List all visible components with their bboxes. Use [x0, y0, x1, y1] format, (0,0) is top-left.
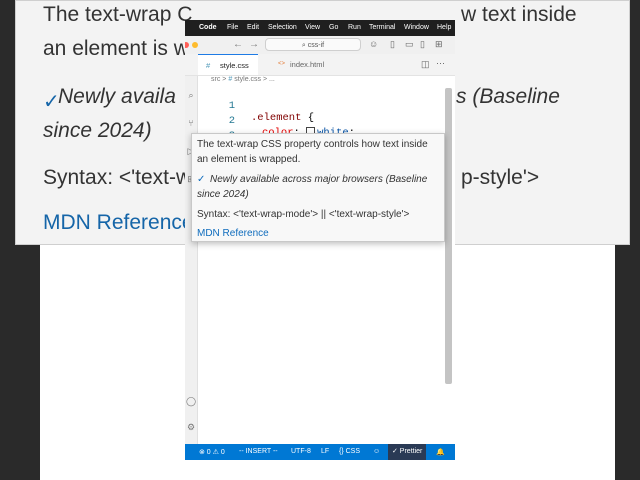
hover-description-line-2: an element is wrapped.: [197, 154, 301, 165]
hover-syntax: Syntax: <'text-wrap-mode'> || <'text-wra…: [197, 209, 410, 220]
background-line-1b: w text inside: [461, 3, 577, 26]
breadcrumb-file[interactable]: style.css: [234, 76, 261, 83]
mdn-reference-link[interactable]: MDN Reference: [197, 228, 269, 239]
copilot-icon[interactable]: ☺: [369, 39, 378, 49]
tab-style-css[interactable]: # style.css: [198, 54, 258, 75]
vim-mode-indicator: -- INSERT --: [239, 448, 278, 455]
settings-gear-icon[interactable]: ⚙: [185, 422, 197, 433]
css-file-icon: #: [228, 76, 233, 83]
tab-label: style.css: [220, 61, 249, 70]
title-bar: ← → ⌕ css-if ☺ ▯ ▭ ▯ ⊞: [185, 36, 455, 55]
background-line-3: Newly availa: [58, 85, 176, 108]
background-line-6: MDN Reference: [43, 211, 194, 234]
menu-view[interactable]: View: [305, 24, 320, 31]
code-line: 3 text-wrap: balance;: [197, 118, 443, 154]
editor-scrollbar[interactable]: [445, 88, 452, 384]
hover-description-line-1: The text-wrap CSS property controls how …: [197, 139, 428, 150]
html-file-icon: <>: [278, 61, 286, 67]
menu-edit[interactable]: Edit: [247, 24, 259, 31]
customize-layout-icon[interactable]: ⊞: [435, 39, 443, 50]
breadcrumb-symbol[interactable]: ...: [269, 76, 275, 83]
menu-help[interactable]: Help: [437, 24, 451, 31]
menu-file[interactable]: File: [227, 24, 238, 31]
menu-go[interactable]: Go: [329, 24, 338, 31]
breadcrumb: src > # style.css > ...: [211, 76, 275, 83]
layout-panel-icon[interactable]: ▭: [405, 39, 414, 50]
css-file-icon: #: [206, 61, 211, 70]
language-mode-indicator[interactable]: {} CSS: [339, 448, 360, 455]
background-line-4: since 2024): [43, 119, 152, 142]
source-control-icon[interactable]: ⑂: [185, 118, 197, 128]
minimize-window-button[interactable]: [192, 42, 198, 48]
menu-terminal[interactable]: Terminal: [369, 24, 395, 31]
account-icon[interactable]: ◯: [185, 396, 197, 407]
forward-arrow-icon[interactable]: →: [249, 39, 259, 50]
notifications-bell-icon[interactable]: 🔔: [436, 448, 445, 456]
background-line-2: an element is w: [43, 37, 189, 60]
tab-label: index.html: [290, 60, 325, 69]
code-line: 1 .element {: [197, 88, 443, 124]
menu-selection[interactable]: Selection: [268, 24, 297, 31]
hover-tooltip: The text-wrap CSS property controls how …: [191, 133, 445, 242]
workspace-name: css-if: [307, 42, 325, 49]
menu-run[interactable]: Run: [348, 24, 361, 31]
encoding-indicator[interactable]: UTF-8: [291, 448, 311, 455]
hover-availability-line-2: since 2024): [197, 189, 249, 200]
breadcrumb-separator: >: [263, 76, 268, 83]
prettier-status[interactable]: ✓ Prettier: [388, 444, 427, 460]
background-line-5: Syntax: <'text-w: [43, 166, 192, 189]
background-line-3b: s (Baseline: [456, 85, 560, 108]
editor-tabs: # style.css <> index.html ◫ ⋯: [185, 54, 455, 76]
background-line-5b: p-style'>: [461, 166, 540, 189]
more-actions-icon[interactable]: ⋯: [436, 58, 445, 69]
back-arrow-icon[interactable]: ←: [233, 39, 243, 50]
menu-code[interactable]: Code: [199, 24, 217, 31]
eol-indicator[interactable]: LF: [321, 448, 329, 455]
search-view-icon[interactable]: ⌕: [185, 90, 197, 101]
menu-window[interactable]: Window: [404, 24, 429, 31]
breadcrumb-separator: >: [222, 76, 227, 83]
code-line: 2 color: white;: [197, 103, 443, 139]
problems-indicator[interactable]: ⊗ 0 ⚠ 0: [199, 448, 225, 456]
command-center-search[interactable]: ⌕ css-if: [265, 38, 361, 51]
menu-bar: Code File Edit Selection View Go Run Ter…: [185, 20, 455, 36]
close-window-button[interactable]: [185, 42, 189, 48]
background-line-1: The text-wrap C: [43, 3, 193, 26]
check-icon: ✓: [197, 174, 206, 185]
status-bar: ⊗ 0 ⚠ 0 -- INSERT -- UTF-8 LF {} CSS ☺ ✓…: [185, 444, 455, 460]
layout-secondary-sidebar-icon[interactable]: ▯: [420, 39, 425, 50]
copilot-status-icon[interactable]: ☺: [373, 448, 380, 455]
split-editor-icon[interactable]: ◫: [421, 59, 430, 70]
layout-sidebar-icon[interactable]: ▯: [390, 39, 395, 50]
breadcrumb-src[interactable]: src: [211, 76, 220, 83]
tab-index-html[interactable]: <> index.html: [270, 54, 342, 75]
hover-availability-line-1: Newly available across major browsers (B…: [210, 174, 428, 185]
search-icon: ⌕: [301, 42, 306, 49]
